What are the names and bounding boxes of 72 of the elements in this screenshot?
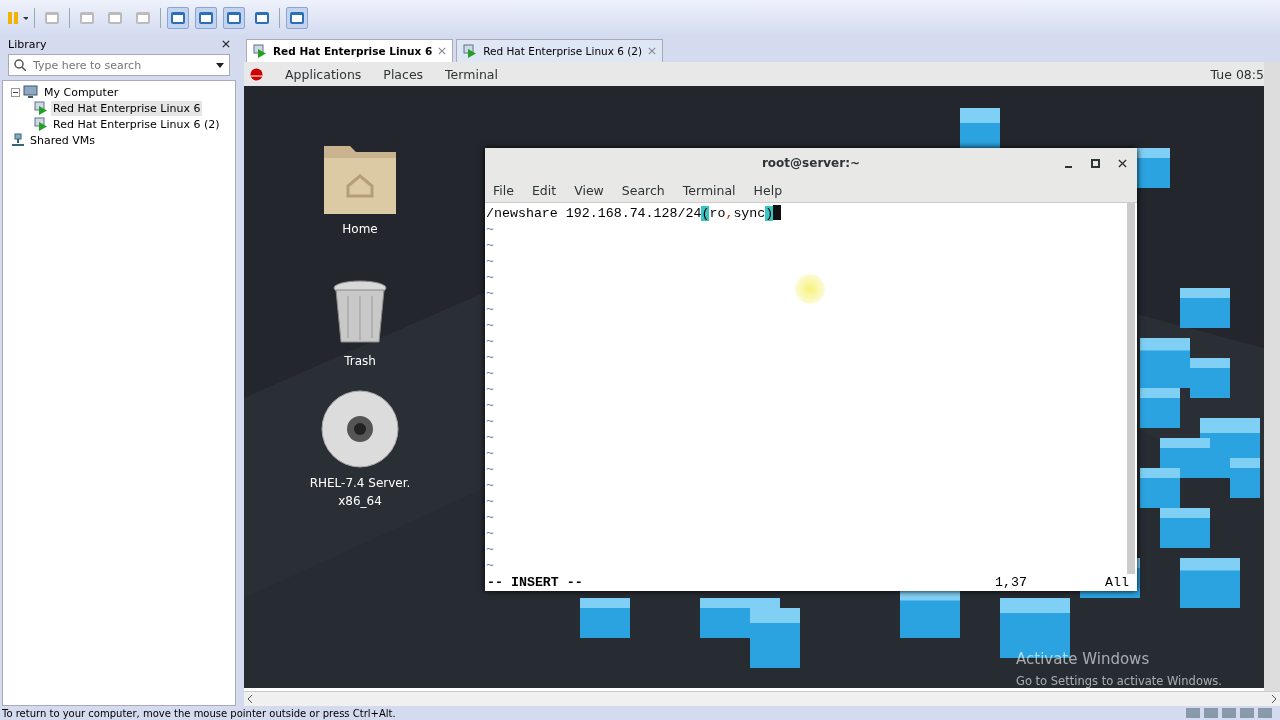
- scroll-right-icon[interactable]: [1271, 695, 1276, 703]
- tilde-marker: ~: [486, 301, 494, 318]
- tilde-marker: ~: [486, 333, 494, 350]
- tilde-marker: ~: [486, 525, 494, 542]
- icon-label[interactable]: Trash: [344, 352, 376, 370]
- disc-icon: [321, 390, 399, 468]
- scrollbar[interactable]: [1127, 202, 1135, 574]
- tilde-marker: ~: [486, 413, 494, 430]
- tilde-marker: ~: [486, 493, 494, 510]
- tilde-marker: ~: [486, 429, 494, 446]
- icon-label[interactable]: RHEL-7.4 Server. x86_64: [309, 474, 411, 510]
- tilde-marker: ~: [486, 285, 494, 302]
- maximize-icon[interactable]: [1091, 159, 1100, 168]
- menu-item[interactable]: Search: [621, 182, 665, 198]
- menu-item[interactable]: Terminal: [445, 66, 498, 82]
- tilde-marker: ~: [486, 381, 494, 398]
- panel-icon[interactable]: [195, 7, 217, 29]
- scroll-position: All: [1105, 574, 1129, 590]
- status-text: To return to your computer, move the mouse pointer outside or press Ctrl+Alt.: [2, 707, 396, 719]
- tilde-marker: ~: [486, 317, 494, 334]
- vm-tab[interactable]: Red Hat Enterprise Linux 6 (2): [456, 39, 664, 62]
- tilde-marker: ~: [486, 541, 494, 558]
- tilde-marker: ~: [486, 477, 494, 494]
- tree-item[interactable]: Shared VMs: [28, 132, 97, 148]
- window-icon[interactable]: [286, 7, 308, 29]
- menu-item[interactable]: Applications: [285, 66, 362, 82]
- panel-title: Library: [8, 37, 47, 51]
- network-icon: [11, 133, 25, 147]
- vm-icon: [34, 101, 48, 115]
- tilde-marker: ~: [486, 509, 494, 526]
- trash-icon: [332, 280, 388, 346]
- vm-icon: [463, 44, 478, 58]
- window-title: root@server:~: [761, 156, 861, 171]
- tree-item[interactable]: My Computer: [42, 84, 121, 100]
- tilde-marker: ~: [486, 237, 494, 254]
- tilde-marker: ~: [486, 365, 494, 382]
- menu-item[interactable]: Edit: [531, 182, 557, 198]
- close-icon[interactable]: [1118, 159, 1127, 168]
- clock[interactable]: Tue 08:5: [1210, 66, 1264, 82]
- scrollbar[interactable]: [244, 691, 1280, 706]
- icon-label[interactable]: Home: [342, 220, 378, 238]
- editor-mode: -- INSERT --: [487, 574, 583, 590]
- collapse-toggle[interactable]: [11, 87, 20, 97]
- activation-hint: Go to Settings to activate Windows.: [1016, 674, 1222, 688]
- close-icon[interactable]: [222, 40, 230, 48]
- tilde-marker: ~: [486, 557, 494, 574]
- panel-icon[interactable]: [167, 7, 189, 29]
- cursor-position: 1,37: [995, 574, 1028, 590]
- tilde-marker: ~: [486, 349, 494, 366]
- menu-item[interactable]: Help: [753, 182, 783, 198]
- logo-icon: [250, 67, 263, 81]
- menu-item[interactable]: File: [493, 182, 514, 198]
- tilde-marker: ~: [486, 253, 494, 270]
- menu-item[interactable]: View: [574, 182, 604, 198]
- tilde-marker: ~: [486, 461, 494, 478]
- tilde-marker: ~: [486, 397, 494, 414]
- tilde-marker: ~: [486, 221, 494, 238]
- vm-icon: [34, 117, 48, 131]
- menu-item[interactable]: Terminal: [682, 182, 736, 198]
- vm-tab[interactable]: Red Hat Enterprise Linux 6: [246, 39, 454, 62]
- tree-item[interactable]: Red Hat Enterprise Linux 6 (2): [51, 116, 222, 132]
- tilde-marker: ~: [486, 269, 494, 286]
- editor-line: /newshare 192.168.74.128/24(ro,sync): [486, 204, 782, 222]
- search-icon: [14, 59, 26, 71]
- menu-item[interactable]: Places: [383, 66, 424, 82]
- search-field[interactable]: Type here to search: [8, 54, 230, 76]
- tree-item[interactable]: Red Hat Enterprise Linux 6: [51, 100, 203, 116]
- scroll-left-icon[interactable]: [248, 695, 253, 703]
- dropdown-icon[interactable]: [216, 63, 224, 68]
- scrollbar[interactable]: [1264, 86, 1280, 691]
- tilde-marker: ~: [486, 445, 494, 462]
- vm-icon: [253, 44, 267, 58]
